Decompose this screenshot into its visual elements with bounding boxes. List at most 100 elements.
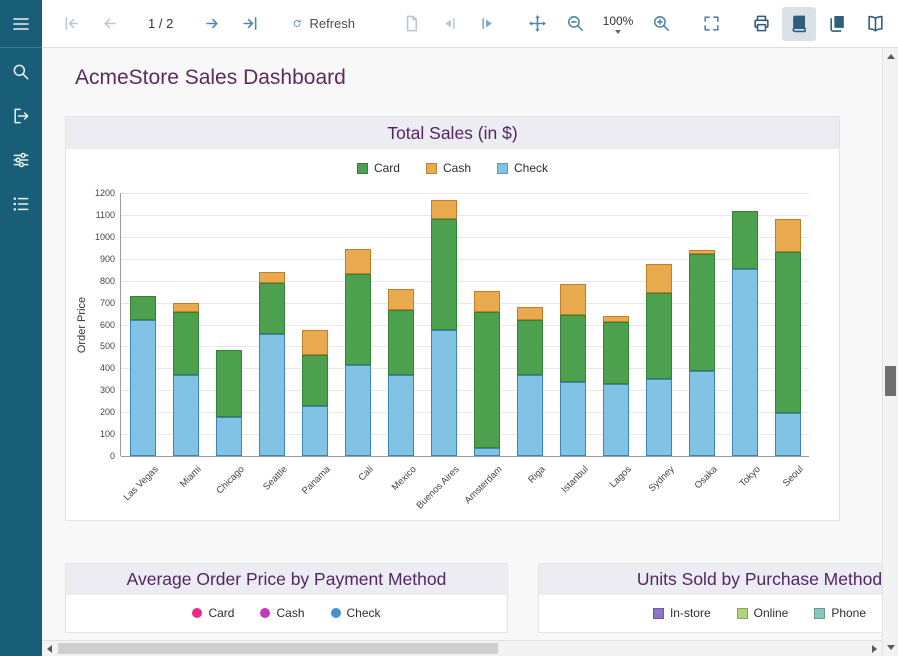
bar-segment-cash[interactable] bbox=[474, 291, 500, 313]
bar-miami[interactable]: Miami bbox=[164, 193, 207, 456]
bar-segment-check[interactable] bbox=[474, 448, 500, 456]
bar-segment-check[interactable] bbox=[732, 269, 758, 456]
page-indicator[interactable]: 1 / 2 bbox=[130, 16, 191, 31]
legend-item-card[interactable]: Card bbox=[192, 606, 234, 620]
bar-segment-check[interactable] bbox=[216, 417, 242, 456]
bar-lagos[interactable]: Lagos bbox=[594, 193, 637, 456]
menu-button[interactable] bbox=[0, 0, 42, 48]
scroll-up-icon[interactable] bbox=[887, 54, 895, 59]
bar-segment-card[interactable] bbox=[603, 322, 629, 383]
bar-segment-check[interactable] bbox=[560, 382, 586, 457]
open-book-view-button[interactable] bbox=[858, 7, 892, 41]
bar-amsterdam[interactable]: Amsterdam bbox=[465, 193, 508, 456]
pages-view-button[interactable] bbox=[820, 7, 854, 41]
zoom-level-select[interactable]: 100% bbox=[596, 7, 640, 41]
bar-segment-card[interactable] bbox=[474, 312, 500, 448]
bar-segment-card[interactable] bbox=[345, 274, 371, 365]
scroll-left-icon[interactable] bbox=[47, 645, 52, 653]
refresh-button[interactable]: Refresh bbox=[283, 7, 364, 41]
bar-segment-cash[interactable] bbox=[603, 316, 629, 323]
bar-osaka[interactable]: Osaka bbox=[680, 193, 723, 456]
bar-segment-cash[interactable] bbox=[302, 330, 328, 355]
bar-panama[interactable]: Panama bbox=[293, 193, 336, 456]
bar-segment-cash[interactable] bbox=[775, 219, 801, 252]
previous-view-button[interactable] bbox=[432, 7, 466, 41]
horizontal-scrollbar-thumb[interactable] bbox=[58, 643, 498, 654]
bar-segment-card[interactable] bbox=[259, 283, 285, 335]
bar-segment-card[interactable] bbox=[732, 211, 758, 269]
last-page-button[interactable] bbox=[233, 7, 267, 41]
bar-seattle[interactable]: Seattle bbox=[250, 193, 293, 456]
bar-buenos-aires[interactable]: Buenos Aires bbox=[422, 193, 465, 456]
bar-segment-card[interactable] bbox=[216, 350, 242, 417]
sidebar-item-document-map[interactable] bbox=[0, 182, 42, 226]
scroll-right-icon[interactable] bbox=[872, 645, 877, 653]
vertical-scrollbar-thumb[interactable] bbox=[885, 366, 896, 396]
bar-segment-cash[interactable] bbox=[431, 200, 457, 220]
next-view-button[interactable] bbox=[470, 7, 504, 41]
bar-segment-check[interactable] bbox=[775, 413, 801, 456]
book-view-button[interactable] bbox=[782, 7, 816, 41]
bar-segment-check[interactable] bbox=[646, 379, 672, 456]
bar-segment-card[interactable] bbox=[130, 296, 156, 320]
previous-page-button[interactable] bbox=[92, 7, 126, 41]
legend-item-card[interactable]: Card bbox=[357, 161, 400, 175]
legend-item-phone[interactable]: Phone bbox=[814, 606, 866, 620]
sidebar-item-export[interactable] bbox=[0, 94, 42, 138]
bar-sydney[interactable]: Sydney bbox=[637, 193, 680, 456]
print-button[interactable] bbox=[744, 7, 778, 41]
bar-segment-card[interactable] bbox=[517, 320, 543, 375]
bar-segment-card[interactable] bbox=[646, 293, 672, 380]
bar-segment-check[interactable] bbox=[345, 365, 371, 456]
bar-segment-card[interactable] bbox=[689, 254, 715, 370]
bar-segment-cash[interactable] bbox=[173, 303, 199, 313]
bar-segment-card[interactable] bbox=[431, 219, 457, 330]
bar-segment-check[interactable] bbox=[431, 330, 457, 456]
next-page-button[interactable] bbox=[195, 7, 229, 41]
bar-seoul[interactable]: Seoul bbox=[766, 193, 809, 456]
bar-chicago[interactable]: Chicago bbox=[207, 193, 250, 456]
legend-item-check[interactable]: Check bbox=[331, 606, 381, 620]
bar-mexico[interactable]: Mexico bbox=[379, 193, 422, 456]
zoom-in-button[interactable] bbox=[644, 7, 678, 41]
bar-istanbul[interactable]: Istanbul bbox=[551, 193, 594, 456]
bar-segment-card[interactable] bbox=[560, 315, 586, 382]
legend-item-check[interactable]: Check bbox=[497, 161, 548, 175]
bar-segment-check[interactable] bbox=[388, 375, 414, 456]
document-button[interactable] bbox=[394, 7, 428, 41]
bar-segment-cash[interactable] bbox=[388, 289, 414, 310]
bar-segment-cash[interactable] bbox=[517, 307, 543, 320]
pan-tool-button[interactable] bbox=[520, 7, 554, 41]
bar-segment-cash[interactable] bbox=[345, 249, 371, 274]
bar-segment-check[interactable] bbox=[302, 406, 328, 456]
bar-segment-card[interactable] bbox=[173, 312, 199, 375]
full-screen-button[interactable] bbox=[694, 7, 728, 41]
bar-segment-check[interactable] bbox=[689, 371, 715, 457]
bar-segment-check[interactable] bbox=[130, 320, 156, 456]
vertical-scrollbar[interactable] bbox=[882, 48, 898, 656]
bar-segment-card[interactable] bbox=[775, 252, 801, 413]
sidebar-item-parameters[interactable] bbox=[0, 138, 42, 182]
zoom-out-button[interactable] bbox=[558, 7, 592, 41]
sidebar-item-search[interactable] bbox=[0, 50, 42, 94]
first-page-button[interactable] bbox=[54, 7, 88, 41]
legend-item-cash[interactable]: Cash bbox=[260, 606, 304, 620]
bar-segment-cash[interactable] bbox=[646, 264, 672, 293]
bar-riga[interactable]: Riga bbox=[508, 193, 551, 456]
bar-segment-check[interactable] bbox=[259, 334, 285, 456]
bar-tokyo[interactable]: Tokyo bbox=[723, 193, 766, 456]
bar-segment-check[interactable] bbox=[173, 375, 199, 456]
bar-segment-cash[interactable] bbox=[259, 272, 285, 283]
legend-item-online[interactable]: Online bbox=[737, 606, 789, 620]
bar-segment-check[interactable] bbox=[517, 375, 543, 456]
bar-segment-cash[interactable] bbox=[560, 284, 586, 315]
bar-cali[interactable]: Cali bbox=[336, 193, 379, 456]
bar-segment-card[interactable] bbox=[388, 310, 414, 375]
legend-item-in-store[interactable]: In-store bbox=[653, 606, 711, 620]
bar-las-vegas[interactable]: Las Vegas bbox=[121, 193, 164, 456]
horizontal-scrollbar[interactable] bbox=[42, 640, 882, 656]
scroll-down-icon[interactable] bbox=[887, 645, 895, 650]
bar-segment-card[interactable] bbox=[302, 355, 328, 405]
legend-item-cash[interactable]: Cash bbox=[426, 161, 471, 175]
bar-segment-check[interactable] bbox=[603, 384, 629, 456]
